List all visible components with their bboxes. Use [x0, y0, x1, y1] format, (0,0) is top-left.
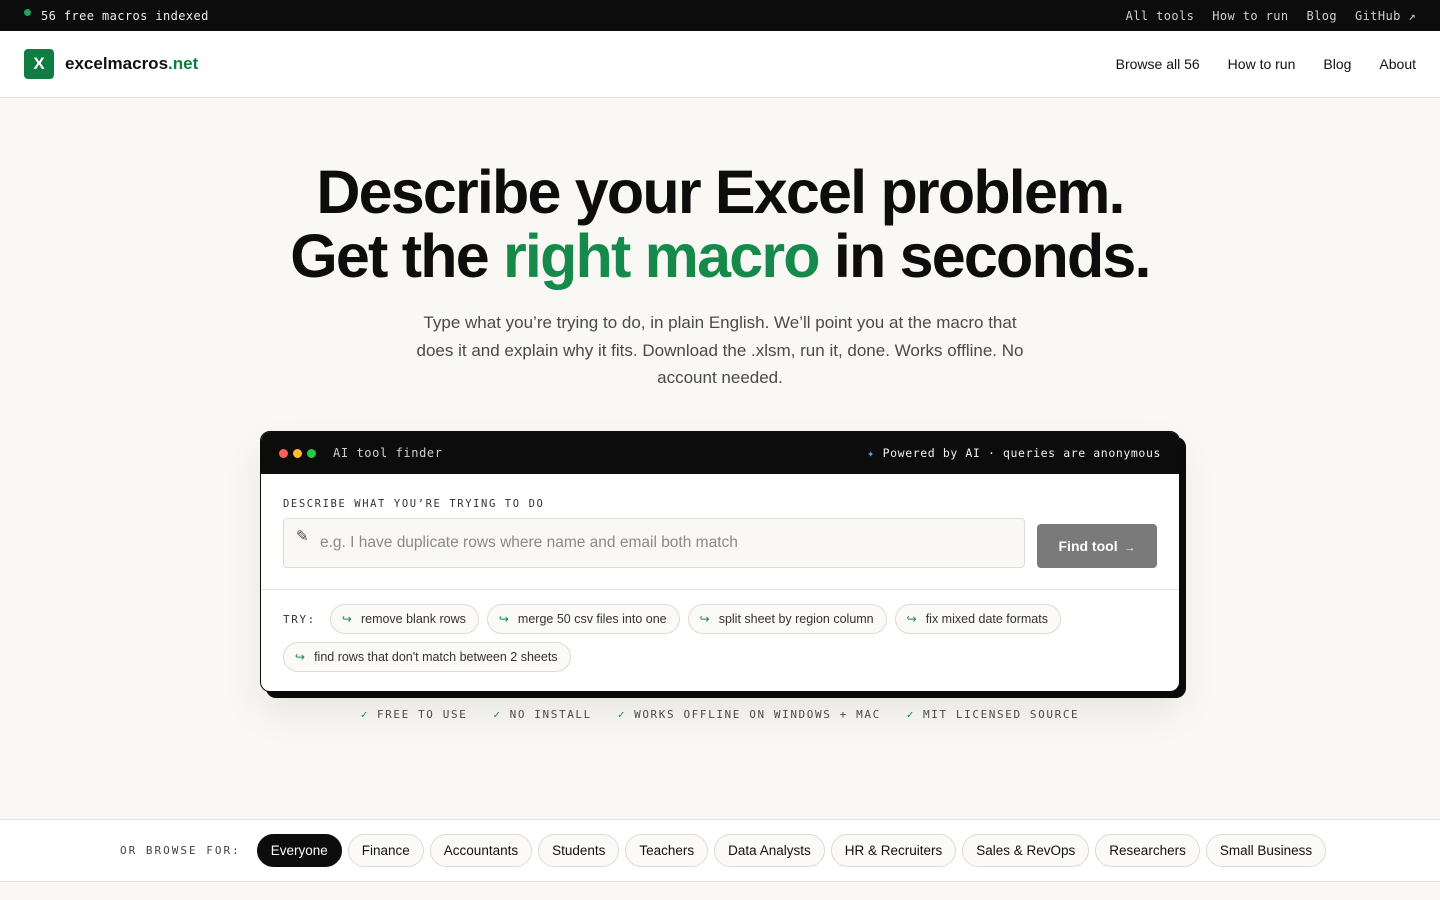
audience-pill-researchers[interactable]: Researchers — [1095, 834, 1200, 867]
audience-pill-everyone[interactable]: Everyone — [256, 834, 342, 867]
hero-title-accent: right macro — [502, 222, 821, 290]
check-icon: ✓ — [906, 708, 916, 721]
check-icon: ✓ — [617, 708, 627, 721]
feature-item: ✓ MIT LICENSED SOURCE — [907, 708, 1079, 721]
feature-item: ✓ WORKS OFFLINE ON WINDOWS + MAC — [618, 708, 881, 721]
audience-pill-teachers[interactable]: Teachers — [625, 834, 709, 867]
audience-pill-accountants[interactable]: Accountants — [429, 834, 533, 867]
search-row: ✎ Find tool → — [283, 518, 1157, 568]
top-link-how-to-run[interactable]: How to run — [1212, 9, 1288, 23]
problem-input-box: ✎ — [283, 518, 1025, 568]
powered-by-ai: ✦ Powered by AI · queries are anonymous — [867, 446, 1161, 460]
suggestion-text: merge 50 csv files into one — [517, 612, 667, 626]
return-arrow-icon: ↪ — [498, 612, 509, 626]
suggestion-chip[interactable]: ↪ split sheet by region column — [687, 604, 887, 634]
top-link-github[interactable]: GitHub ↗ — [1355, 9, 1416, 23]
hero-subtitle: Type what you’re trying to do, in plain … — [416, 313, 1024, 387]
status-indicator: 56 free macros indexed — [24, 9, 209, 23]
return-arrow-icon: ↪ — [341, 612, 352, 626]
finder-form: DESCRIBE WHAT YOU’RE TRYING TO DO ✎ Find… — [261, 474, 1179, 590]
finder-window-title: AI tool finder — [333, 446, 443, 460]
brand-name: excelmacros.net — [65, 54, 198, 74]
maximize-dot-icon — [307, 448, 316, 458]
return-arrow-icon: ↪ — [295, 650, 306, 664]
return-arrow-icon: ↪ — [699, 612, 710, 626]
hero-title: Describe your Excel problem. Get the rig… — [0, 160, 1440, 288]
feature-text: MIT LICENSED SOURCE — [923, 708, 1080, 721]
suggestion-chips: TRY: ↪ remove blank rows ↪ merge 50 csv fi… — [261, 590, 1179, 672]
powered-by-text: Powered by AI · queries are anonymous — [882, 446, 1161, 460]
excel-logo-icon: X — [24, 49, 54, 79]
nav-blog[interactable]: Blog — [1323, 56, 1351, 72]
pencil-icon: ✎ — [296, 528, 309, 545]
audience-pill-students[interactable]: Students — [538, 834, 620, 867]
audience-pill-sales-revops[interactable]: Sales & RevOps — [962, 834, 1090, 867]
ai-tool-finder: AI tool finder ✦ Powered by AI · queries… — [260, 431, 1180, 692]
nav-browse-all[interactable]: Browse all 56 — [1116, 56, 1200, 72]
arrow-right-icon: → — [1124, 542, 1136, 554]
site-header: X excelmacros.net Browse all 56 How to r… — [0, 31, 1440, 98]
audience-pill-data-analysts[interactable]: Data Analysts — [714, 834, 825, 867]
finder-title-bar: AI tool finder ✦ Powered by AI · queries… — [261, 432, 1179, 474]
feature-item: ✓ NO INSTALL — [493, 708, 591, 721]
status-text: 56 free macros indexed — [41, 8, 209, 23]
suggestion-chip[interactable]: ↪ find rows that don't match between 2 sh… — [283, 642, 571, 672]
hero-title-line2-end: in seconds. — [833, 222, 1152, 290]
brand-link[interactable]: X excelmacros.net — [24, 49, 198, 79]
close-dot-icon — [279, 448, 288, 458]
feature-list: ✓ FREE TO USE ✓ NO INSTALL ✓ WORKS OFFLINE … — [0, 708, 1440, 721]
audience-pill-hr-recruiters[interactable]: HR & Recruiters — [830, 834, 957, 867]
suggestion-text: fix mixed date formats — [925, 612, 1048, 626]
brand-name-tld: .net — [168, 54, 199, 73]
hero-title-line1: Describe your Excel problem. — [316, 158, 1125, 226]
suggestion-text: find rows that don't match between 2 she… — [314, 650, 558, 664]
describe-label: DESCRIBE WHAT YOU’RE TRYING TO DO — [283, 498, 545, 510]
try-label: TRY: — [283, 612, 316, 626]
main-nav: Browse all 56 How to run Blog About — [1116, 56, 1416, 72]
top-links: All tools How to run Blog GitHub ↗ — [1126, 9, 1416, 23]
brand-name-main: excelmacros — [65, 54, 169, 73]
top-link-all-tools[interactable]: All tools — [1126, 9, 1195, 23]
minimize-dot-icon — [293, 448, 302, 458]
live-dot-icon — [24, 9, 31, 16]
feature-text: FREE TO USE — [376, 708, 468, 721]
window-controls: AI tool finder — [279, 446, 443, 460]
audience-pill-small-business[interactable]: Small Business — [1205, 834, 1327, 867]
check-icon: ✓ — [493, 708, 502, 721]
audience-filter-bar: OR BROWSE FOR: Everyone Finance Accounta… — [0, 819, 1440, 882]
feature-text: WORKS OFFLINE ON WINDOWS + MAC — [634, 708, 881, 721]
top-announcement-bar: 56 free macros indexed All tools How to … — [0, 0, 1440, 31]
suggestion-text: split sheet by region column — [718, 612, 874, 626]
suggestion-chip[interactable]: ↪ merge 50 csv files into one — [486, 604, 680, 634]
problem-input[interactable] — [320, 519, 1010, 567]
suggestion-chip[interactable]: ↪ remove blank rows — [329, 604, 479, 634]
feature-text: NO INSTALL — [509, 708, 592, 721]
sparkle-icon: ✦ — [867, 446, 875, 460]
suggestion-text: remove blank rows — [360, 612, 466, 626]
browse-label: OR BROWSE FOR: — [120, 844, 241, 857]
find-tool-button[interactable]: Find tool → — [1037, 524, 1157, 568]
nav-about[interactable]: About — [1379, 56, 1416, 72]
top-link-blog[interactable]: Blog — [1307, 9, 1338, 23]
nav-how-to-run[interactable]: How to run — [1228, 56, 1296, 72]
feature-item: ✓ FREE TO USE — [361, 708, 468, 721]
find-tool-label: Find tool — [1058, 538, 1118, 554]
return-arrow-icon: ↪ — [906, 612, 917, 626]
suggestion-chip[interactable]: ↪ fix mixed date formats — [894, 604, 1061, 634]
check-icon: ✓ — [360, 708, 369, 721]
audience-pill-finance[interactable]: Finance — [347, 834, 424, 867]
hero-title-line2-start: Get the — [290, 222, 489, 290]
